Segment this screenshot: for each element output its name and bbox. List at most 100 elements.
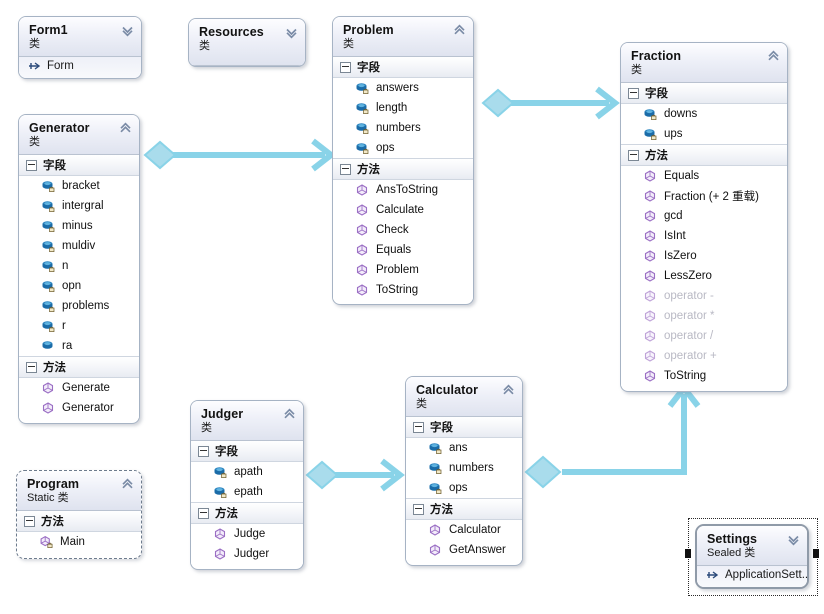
member-row[interactable]: length <box>333 98 473 118</box>
class-node-problem[interactable]: Problem 类 字段 answers length numbers ops … <box>332 16 474 305</box>
member-row[interactable]: n <box>19 256 139 276</box>
expander-icon[interactable] <box>340 163 351 175</box>
class-node-fraction[interactable]: Fraction 类 字段 downs ups 方法 Equals Fracti… <box>620 42 788 392</box>
resize-handle-right[interactable] <box>813 549 819 558</box>
chevron-up-icon[interactable] <box>502 384 515 397</box>
compartment-header-fields-problem[interactable]: 字段 <box>333 57 473 78</box>
connector-problem-to-fraction[interactable] <box>478 80 624 126</box>
method-icon <box>41 401 55 415</box>
member-row[interactable]: ra <box>19 336 139 356</box>
class-diagram-canvas[interactable]: Form1 类 Form Resources 类 Problem 类 字段 an… <box>0 0 824 614</box>
member-label: problems <box>62 300 110 312</box>
member-row[interactable]: bracket <box>19 176 139 196</box>
base-type-row-form1[interactable]: Form <box>19 57 141 78</box>
class-node-program[interactable]: Program Static 类 方法 Main <box>16 470 142 559</box>
member-row[interactable]: Calculate <box>333 200 473 220</box>
expander-icon[interactable] <box>26 159 37 171</box>
chevron-up-icon[interactable] <box>283 408 296 421</box>
expander-icon[interactable] <box>340 61 351 73</box>
member-row[interactable]: operator * <box>621 306 787 326</box>
class-node-settings[interactable]: Settings Sealed 类 ApplicationSett... <box>695 524 809 589</box>
member-row[interactable]: downs <box>621 104 787 124</box>
chevron-up-icon[interactable] <box>119 122 132 135</box>
member-row[interactable]: operator + <box>621 346 787 366</box>
member-row[interactable]: Calculator <box>406 520 522 540</box>
inherit-arrow-icon <box>28 59 42 73</box>
member-row[interactable]: Generate <box>19 378 139 398</box>
member-row[interactable]: operator - <box>621 286 787 306</box>
member-row[interactable]: Check <box>333 220 473 240</box>
compartment-header-methods-generator[interactable]: 方法 <box>19 356 139 378</box>
member-row[interactable]: Equals <box>333 240 473 260</box>
compartment-header-fields-judger[interactable]: 字段 <box>191 441 303 462</box>
member-row[interactable]: Problem <box>333 260 473 280</box>
member-row[interactable]: answers <box>333 78 473 98</box>
expander-icon[interactable] <box>24 515 35 527</box>
chevron-down-icon[interactable] <box>121 24 134 37</box>
member-label: minus <box>62 220 93 232</box>
member-row[interactable]: ops <box>406 478 522 498</box>
member-row[interactable]: Fraction (+ 2 重载) <box>621 186 787 206</box>
expander-icon[interactable] <box>628 87 639 99</box>
resize-handle-left[interactable] <box>685 549 691 558</box>
member-row[interactable]: epath <box>191 482 303 502</box>
member-row[interactable]: ups <box>621 124 787 144</box>
expander-icon[interactable] <box>413 421 424 433</box>
chevron-down-icon[interactable] <box>285 26 298 39</box>
member-row[interactable]: Generator <box>19 398 139 418</box>
chevron-up-icon[interactable] <box>453 24 466 37</box>
expander-icon[interactable] <box>198 445 209 457</box>
compartment-header-methods-fraction[interactable]: 方法 <box>621 144 787 166</box>
member-row[interactable]: ans <box>406 438 522 458</box>
connector-generator-to-problem[interactable] <box>140 132 340 178</box>
member-row[interactable]: AnsToString <box>333 180 473 200</box>
member-row[interactable]: IsZero <box>621 246 787 266</box>
class-node-form1[interactable]: Form1 类 Form <box>18 16 142 79</box>
member-row[interactable]: Judge <box>191 524 303 544</box>
class-node-calculator[interactable]: Calculator 类 字段 ans numbers ops 方法 Calcu… <box>405 376 523 566</box>
compartment-header-methods-program[interactable]: 方法 <box>17 511 141 532</box>
member-row[interactable]: Main <box>17 532 141 552</box>
member-row[interactable]: LessZero <box>621 266 787 286</box>
base-type-row-settings[interactable]: ApplicationSett... <box>697 566 807 587</box>
member-row[interactable]: ToString <box>333 280 473 300</box>
member-row[interactable]: r <box>19 316 139 336</box>
member-row[interactable]: Judger <box>191 544 303 564</box>
member-row[interactable]: operator / <box>621 326 787 346</box>
expander-icon[interactable] <box>413 503 424 515</box>
member-row[interactable]: IsInt <box>621 226 787 246</box>
member-row[interactable]: intergral <box>19 196 139 216</box>
compartment-header-fields-generator[interactable]: 字段 <box>19 155 139 176</box>
compartment-header-methods-judger[interactable]: 方法 <box>191 502 303 524</box>
member-row[interactable]: gcd <box>621 206 787 226</box>
compartment-header-fields-calculator[interactable]: 字段 <box>406 417 522 438</box>
member-row[interactable]: ToString <box>621 366 787 386</box>
class-body-program: 方法 Main <box>17 511 141 552</box>
connector-judger-to-calculator[interactable] <box>302 452 408 498</box>
class-node-judger[interactable]: Judger 类 字段 apath epath 方法 Judge Judger <box>190 400 304 570</box>
member-row[interactable]: numbers <box>333 118 473 138</box>
member-row[interactable]: ops <box>333 138 473 158</box>
member-label: ups <box>664 128 683 140</box>
chevron-down-icon[interactable] <box>787 533 800 546</box>
member-row[interactable]: muldiv <box>19 236 139 256</box>
compartment-header-fields-fraction[interactable]: 字段 <box>621 83 787 104</box>
expander-icon[interactable] <box>26 361 37 373</box>
member-row[interactable]: opn <box>19 276 139 296</box>
compartment-header-methods-problem[interactable]: 方法 <box>333 158 473 180</box>
class-node-generator[interactable]: Generator 类 字段 bracket intergral minus m… <box>18 114 140 424</box>
class-node-resources[interactable]: Resources 类 <box>188 18 306 67</box>
member-row[interactable]: problems <box>19 296 139 316</box>
member-row[interactable]: minus <box>19 216 139 236</box>
member-row[interactable]: numbers <box>406 458 522 478</box>
member-row[interactable]: Equals <box>621 166 787 186</box>
member-row[interactable]: apath <box>191 462 303 482</box>
expander-icon[interactable] <box>198 507 209 519</box>
member-label: bracket <box>62 180 100 192</box>
class-body-settings: ApplicationSett... <box>697 566 807 587</box>
expander-icon[interactable] <box>628 149 639 161</box>
member-row[interactable]: GetAnswer <box>406 540 522 560</box>
compartment-header-methods-calculator[interactable]: 方法 <box>406 498 522 520</box>
chevron-up-icon[interactable] <box>121 478 134 491</box>
chevron-up-icon[interactable] <box>767 50 780 63</box>
